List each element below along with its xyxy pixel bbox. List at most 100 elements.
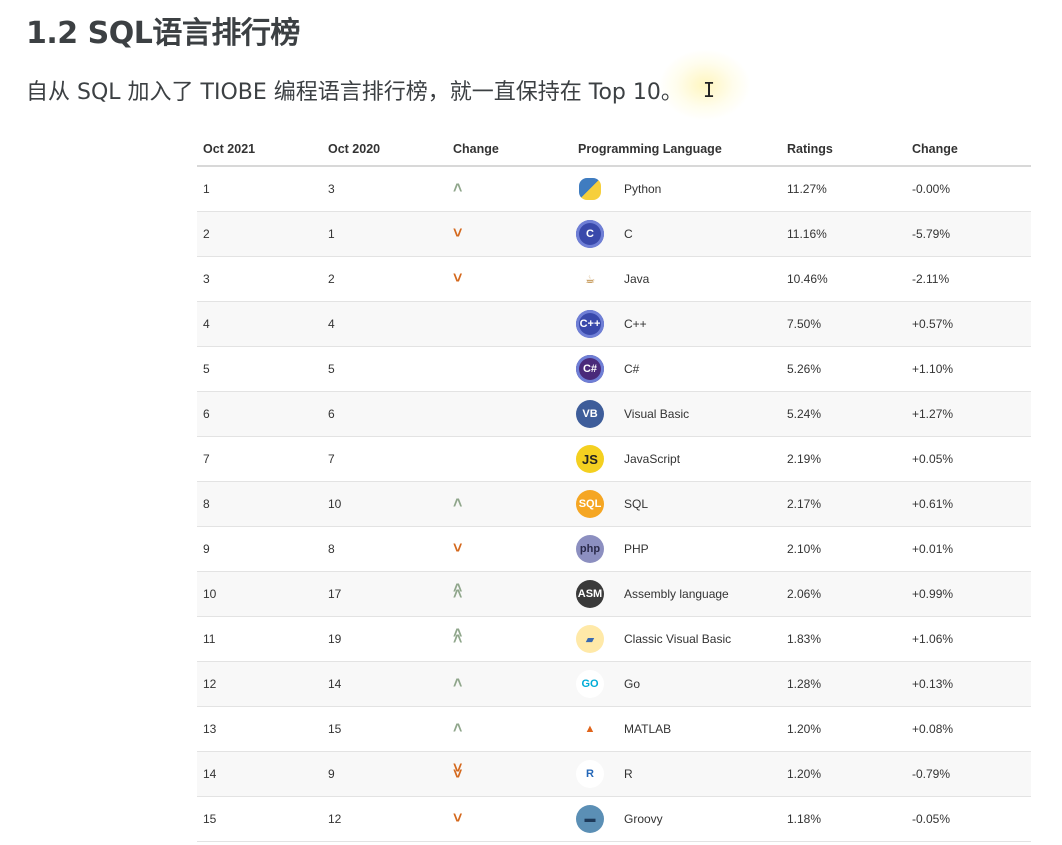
language-cell: php PHP bbox=[572, 526, 781, 572]
rating-value: 1.20% bbox=[781, 751, 906, 797]
header-oct-2020: Oct 2020 bbox=[322, 133, 447, 167]
language-name: Go bbox=[624, 677, 641, 691]
go-logo-icon: GO bbox=[576, 670, 604, 698]
language-name: SQL bbox=[624, 497, 649, 511]
rank-previous: 19 bbox=[322, 616, 447, 662]
rank-previous: 6 bbox=[322, 391, 447, 437]
table-row: 1 3 ˄ Python 11.27% -0.00% bbox=[197, 166, 1031, 212]
intro-paragraph: 自从 SQL 加入了 TIOBE 编程语言排行榜，就一直保持在 Top 10。 bbox=[26, 80, 683, 105]
language-name: Java bbox=[624, 272, 650, 286]
rank-current: 3 bbox=[197, 256, 322, 302]
language-cell: RR bbox=[572, 751, 781, 797]
table-header-row: Oct 2021 Oct 2020 Change Programming Lan… bbox=[197, 133, 1031, 167]
groovy-logo-icon: ▬ bbox=[576, 805, 604, 833]
rating-change: -5.79% bbox=[906, 211, 1031, 257]
language-entry: ▰ Classic Visual Basic bbox=[576, 625, 775, 653]
rating-value: 2.17% bbox=[781, 481, 906, 527]
rank-previous: 10 bbox=[322, 481, 447, 527]
table-row: 3 2 ˅ ☕ Java 10.46% -2.11% bbox=[197, 256, 1031, 302]
language-cell: SQL SQL bbox=[572, 481, 781, 527]
rating-change: -0.00% bbox=[906, 166, 1031, 212]
language-cell: ▰ Classic Visual Basic bbox=[572, 616, 781, 662]
table-row: 10 17 ˄ ˄ ASM Assembly language 2.06% +0.99% bbox=[197, 571, 1031, 617]
table-row: 7 7 JS JavaScript 2.19% +0.05% bbox=[197, 436, 1031, 482]
php-logo-icon: php bbox=[576, 535, 604, 563]
up-arrow-icon: ˄ bbox=[453, 180, 463, 197]
rank-current: 9 bbox=[197, 526, 322, 572]
csharp-logo-icon: C# bbox=[576, 355, 604, 383]
language-entry: GO Go bbox=[576, 670, 775, 698]
language-entry: JS JavaScript bbox=[576, 445, 775, 473]
ranking-table: Oct 2021 Oct 2020 Change Programming Lan… bbox=[197, 133, 1031, 842]
rating-value: 11.27% bbox=[781, 166, 906, 212]
language-cell: GO Go bbox=[572, 661, 781, 707]
rank-current: 2 bbox=[197, 211, 322, 257]
up-arrow-icon: ˄ bbox=[453, 675, 463, 692]
java-logo-icon: ☕ bbox=[576, 265, 604, 293]
rating-change: -2.11% bbox=[906, 256, 1031, 302]
language-name: Python bbox=[624, 182, 662, 196]
rating-value: 2.19% bbox=[781, 436, 906, 482]
rating-change: +0.57% bbox=[906, 301, 1031, 347]
table-row: 6 6 VB Visual Basic 5.24% +1.27% bbox=[197, 391, 1031, 437]
language-cell: C++ C++ bbox=[572, 301, 781, 347]
header-oct-2021: Oct 2021 bbox=[197, 133, 322, 167]
rank-current: 15 bbox=[197, 796, 322, 842]
rank-previous: 4 bbox=[322, 301, 447, 347]
rating-change: +1.27% bbox=[906, 391, 1031, 437]
up-arrow-icon: ˄ bbox=[453, 495, 463, 512]
rank-current: 8 bbox=[197, 481, 322, 527]
rank-current: 6 bbox=[197, 391, 322, 437]
language-name: Classic Visual Basic bbox=[624, 632, 732, 646]
down-arrow-icon: ˅ bbox=[453, 540, 463, 557]
language-name: Visual Basic bbox=[624, 407, 690, 421]
rank-current: 12 bbox=[197, 661, 322, 707]
visual-basic-logo-icon: VB bbox=[576, 400, 604, 428]
table-body: 1 3 ˄ Python 11.27% -0.00% 2 1 ˅ C C 11.16% -5.79% 3 2… bbox=[197, 166, 1031, 842]
table-row: 2 1 ˅ C C 11.16% -5.79% bbox=[197, 211, 1031, 257]
language-entry: C# C# bbox=[576, 355, 775, 383]
table-row: 4 4 C++ C++ 7.50% +0.57% bbox=[197, 301, 1031, 347]
r-logo-icon: R bbox=[576, 760, 604, 788]
language-entry: VB Visual Basic bbox=[576, 400, 775, 428]
language-cell: ▲ MATLAB bbox=[572, 706, 781, 752]
rank-change-cell: ˅ ˅ bbox=[447, 751, 572, 797]
text-cursor-icon: I bbox=[703, 78, 716, 102]
table-row: 14 9 ˅ ˅ R R 1.20% -0.79% bbox=[197, 751, 1031, 797]
header-change-rating: Change bbox=[906, 133, 1031, 167]
header-change-rank: Change bbox=[447, 133, 572, 167]
language-entry: SQL SQL bbox=[576, 490, 775, 518]
table-row: 9 8 ˅ php PHP 2.10% +0.01% bbox=[197, 526, 1031, 572]
rank-change-cell bbox=[447, 346, 572, 392]
rank-change-cell bbox=[447, 301, 572, 347]
rank-previous: 14 bbox=[322, 661, 447, 707]
down-double-arrow-icon: ˅ ˅ bbox=[453, 760, 463, 783]
rating-change: +0.08% bbox=[906, 706, 1031, 752]
rank-change-cell: ˅ bbox=[447, 211, 572, 257]
table-row: 8 10 ˄ SQL SQL 2.17% +0.61% bbox=[197, 481, 1031, 527]
language-name: MATLAB bbox=[624, 722, 672, 736]
rank-change-cell: ˄ ˄ bbox=[447, 571, 572, 617]
rank-current: 5 bbox=[197, 346, 322, 392]
rating-change: +0.61% bbox=[906, 481, 1031, 527]
header-ratings: Ratings bbox=[781, 133, 906, 167]
rank-change-cell bbox=[447, 391, 572, 437]
language-name: JavaScript bbox=[624, 452, 681, 466]
down-arrow-icon: ˅ bbox=[453, 270, 463, 287]
language-entry: ☕ Java bbox=[576, 265, 775, 293]
down-arrow-icon: ˅ bbox=[453, 810, 463, 827]
rating-change: +0.13% bbox=[906, 661, 1031, 707]
rating-value: 7.50% bbox=[781, 301, 906, 347]
rank-current: 1 bbox=[197, 166, 322, 212]
matlab-logo-icon: ▲ bbox=[576, 715, 604, 743]
page-title: 1.2 SQL语言排行榜 bbox=[26, 16, 300, 51]
rating-change: +1.06% bbox=[906, 616, 1031, 662]
language-cell: ☕ Java bbox=[572, 256, 781, 302]
rating-value: 1.83% bbox=[781, 616, 906, 662]
rating-value: 1.18% bbox=[781, 796, 906, 842]
python-logo-icon bbox=[579, 178, 601, 200]
rank-change-cell: ˅ bbox=[447, 796, 572, 842]
language-name: C++ bbox=[624, 317, 647, 331]
language-entry: ▲ MATLAB bbox=[576, 715, 775, 743]
rank-current: 11 bbox=[197, 616, 322, 662]
